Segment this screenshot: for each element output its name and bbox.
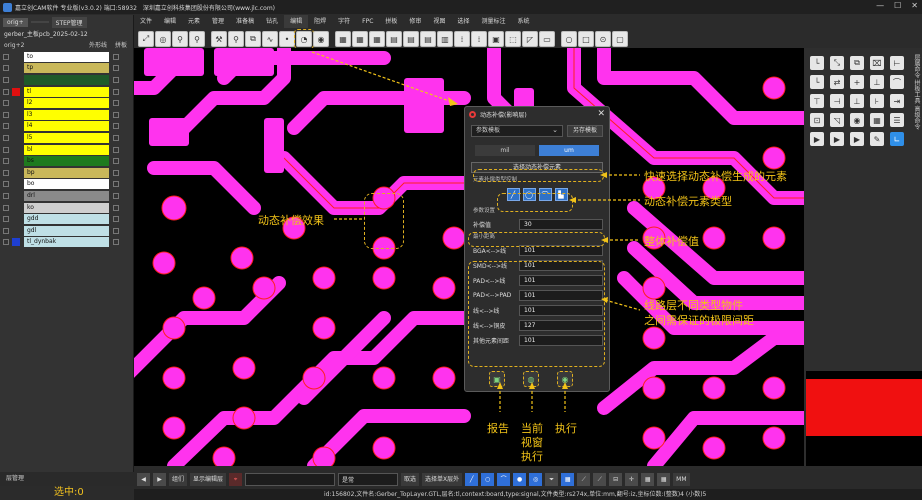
sb-grid-icon[interactable]: ▦: [561, 472, 575, 486]
callout-arrows: [311, 51, 641, 412]
command-input[interactable]: [245, 472, 336, 486]
callout-element-type: 动态补偿元素类型: [644, 195, 732, 208]
info-status-line: id:156802,文件名:Gerber_TopLayer.GTL,层名:tl,…: [134, 489, 922, 500]
callout-report: 报告: [487, 422, 509, 435]
callout-min-spacing-1: 线路层不同类型物件: [644, 299, 743, 312]
minus-icon[interactable]: ⊟: [609, 472, 623, 486]
filter-icon[interactable]: ⏷: [545, 472, 559, 486]
prev-arrow-icon[interactable]: ◀: [137, 472, 150, 486]
bottom-toolbar: ◀ ▶ 组们 显示编辑层 ⌖ 是常 取选 选择单X层外 ╱ ○ ⌒ ● ◎ ⏷ …: [134, 469, 922, 489]
target-icon[interactable]: ⌖: [229, 472, 243, 486]
unit-selector[interactable]: MM: [673, 472, 690, 486]
grid2-icon[interactable]: ▦: [641, 472, 655, 486]
group-combo[interactable]: 组们: [169, 472, 188, 486]
next-arrow-icon[interactable]: ▶: [153, 472, 166, 486]
callout-min-spacing-2: 之间需保证的极限间距: [644, 314, 754, 327]
sb-pad-icon[interactable]: ●: [513, 472, 527, 486]
cancel-select-option[interactable]: 取选: [401, 472, 420, 486]
sb-arc-icon[interactable]: ⌒: [497, 472, 511, 486]
callout-current-3: 执行: [521, 450, 543, 463]
sb-ring-icon[interactable]: ◎: [529, 472, 543, 486]
callout-execute: 执行: [555, 422, 577, 435]
slash-icon[interactable]: ⟋: [577, 472, 591, 486]
normal-combo[interactable]: 是常: [338, 472, 399, 486]
callout-overall-value: 整体补偿值: [644, 235, 699, 248]
callout-quick-select: 快速选择动态补偿生成的元素: [644, 170, 787, 183]
callout-effect: 动态补偿效果: [258, 214, 324, 227]
grid3-icon[interactable]: ▦: [657, 472, 671, 486]
sb-circle-icon[interactable]: ○: [481, 472, 495, 486]
select-layer-option[interactable]: 选择单X层外: [422, 472, 463, 486]
show-edit-layer-button[interactable]: 显示编辑层: [190, 472, 227, 486]
slash2-icon[interactable]: ⟋: [593, 472, 607, 486]
plus-icon[interactable]: ✛: [625, 472, 639, 486]
sb-line-icon[interactable]: ╱: [465, 472, 479, 486]
